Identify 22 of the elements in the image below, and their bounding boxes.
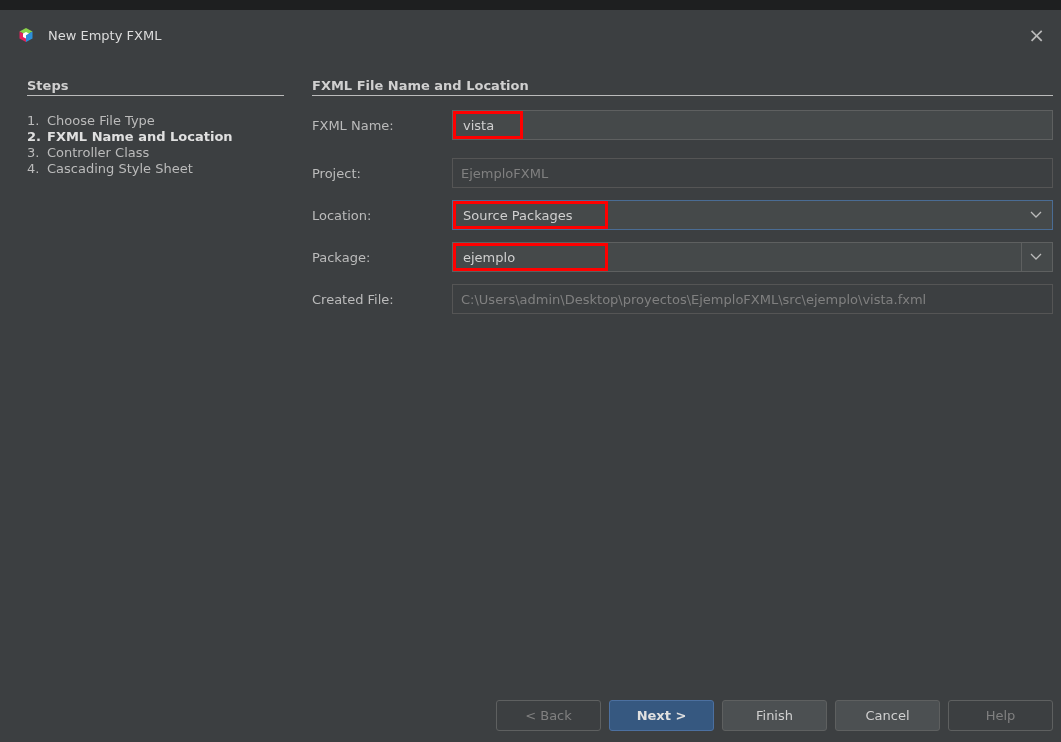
step-item: 2. FXML Name and Location bbox=[27, 129, 234, 145]
field-label: Created File: bbox=[312, 291, 395, 307]
close-button[interactable]: × bbox=[1024, 23, 1049, 47]
field-label: Location: bbox=[312, 207, 373, 223]
field-label: FXML Name: bbox=[312, 117, 395, 133]
section-heading: FXML File Name and Location bbox=[312, 78, 1053, 96]
wizard-button[interactable]: Cancel bbox=[835, 700, 940, 731]
step-item: 1. Choose File Type bbox=[27, 113, 156, 129]
field-label: Project: bbox=[312, 165, 362, 181]
text-field[interactable]: vista bbox=[452, 110, 1053, 140]
window-title: New Empty FXML bbox=[48, 27, 163, 43]
cube-icon bbox=[18, 27, 34, 43]
step-item: 4. Cascading Style Sheet bbox=[27, 161, 194, 177]
wizard-button[interactable]: Finish bbox=[722, 700, 827, 731]
chevron-down-icon bbox=[1030, 253, 1042, 261]
field-label: Package: bbox=[312, 249, 372, 265]
step-item: 3. Controller Class bbox=[27, 145, 151, 161]
dropdown-field[interactable]: ejemplo bbox=[452, 242, 1053, 272]
wizard-button[interactable]: Next > bbox=[609, 700, 714, 731]
steps-heading: Steps bbox=[27, 78, 284, 96]
chevron-down-icon bbox=[1030, 211, 1042, 219]
dropdown-field[interactable]: Source Packages bbox=[452, 200, 1053, 230]
